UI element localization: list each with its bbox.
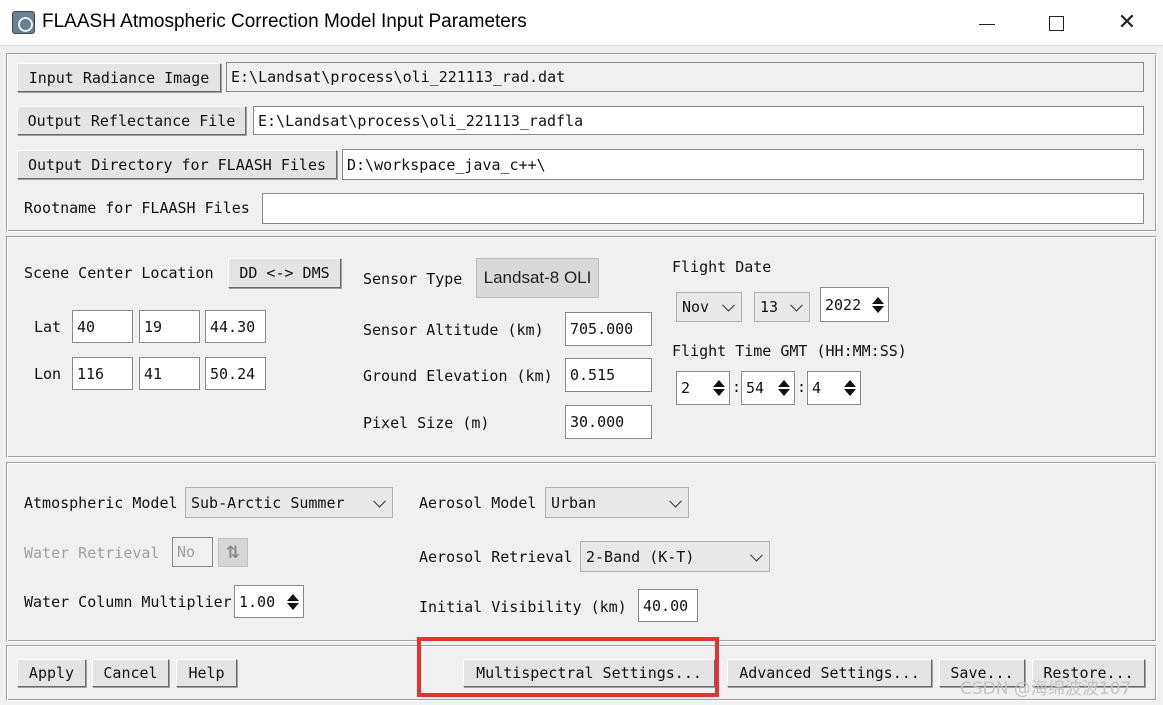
atmospheric-model-select[interactable]: Sub-Arctic Summer <box>185 487 393 518</box>
spinner-arrows-icon[interactable] <box>285 588 301 615</box>
chevron-down-icon <box>373 494 386 508</box>
aerosol-retrieval-select[interactable]: 2-Band (K-T) <box>580 541 770 572</box>
flight-second-value: 4 <box>812 379 822 397</box>
output-reflectance-file-button[interactable]: Output Reflectance File <box>17 106 246 135</box>
window-title: FLAASH Atmospheric Correction Model Inpu… <box>42 11 527 32</box>
aerosol-model-value: Urban <box>551 493 597 512</box>
flight-second-spinner[interactable]: 4 <box>807 371 861 405</box>
flight-month-select[interactable]: Nov <box>676 292 742 322</box>
initial-visibility-label: Initial Visibility (km) <box>419 598 627 616</box>
advanced-settings-button[interactable]: Advanced Settings... <box>727 659 932 687</box>
chevron-down-icon <box>790 298 803 312</box>
spinner-arrows-icon[interactable] <box>842 374 858 402</box>
water-column-label: Water Column Multiplier <box>24 593 232 611</box>
flight-day-select[interactable]: 13 <box>754 292 810 322</box>
sensor-type-label: Sensor Type <box>363 270 463 288</box>
time-separator: : <box>797 378 807 396</box>
water-retrieval-label: Water Retrieval <box>24 544 160 562</box>
help-button[interactable]: Help <box>176 659 237 687</box>
ground-elevation-label: Ground Elevation (km) <box>363 367 553 385</box>
atmospheric-model-label: Atmospheric Model <box>24 494 178 512</box>
chevron-down-icon <box>722 298 735 312</box>
lon-seconds-field[interactable]: 50.24 <box>205 357 266 390</box>
minimize-icon <box>979 23 995 25</box>
highlight-annotation <box>417 637 719 697</box>
flight-time-label: Flight Time GMT (HH:MM:SS) <box>672 342 907 360</box>
input-radiance-image-button[interactable]: Input Radiance Image <box>17 63 221 92</box>
maximize-icon <box>1048 15 1064 31</box>
output-directory-field[interactable]: D:\workspace_java_c++\ <box>342 149 1144 180</box>
spinner-arrows-icon[interactable] <box>711 374 727 402</box>
flight-day-value: 13 <box>760 298 779 316</box>
flight-minute-spinner[interactable]: 54 <box>741 371 795 405</box>
app-icon <box>12 11 35 34</box>
lon-degrees-field[interactable]: 116 <box>72 357 133 390</box>
output-reflectance-field[interactable]: E:\Landsat\process\oli_221113_radfla <box>253 106 1144 135</box>
chevron-down-icon <box>750 548 763 562</box>
water-retrieval-field: No <box>172 537 213 567</box>
input-radiance-field[interactable]: E:\Landsat\process\oli_221113_rad.dat <box>226 62 1144 92</box>
initial-visibility-field[interactable]: 40.00 <box>638 589 698 622</box>
toggle-arrows-icon: ⇅ <box>218 538 248 567</box>
pixel-size-label: Pixel Size (m) <box>363 414 490 432</box>
flight-date-label: Flight Date <box>672 258 772 276</box>
aerosol-retrieval-label: Aerosol Retrieval <box>419 548 573 566</box>
spinner-arrows-icon[interactable] <box>776 374 792 402</box>
watermark: CSDN @海绵波波107 <box>960 679 1132 699</box>
maximize-button[interactable] <box>1027 0 1085 46</box>
aerosol-retrieval-value: 2-Band (K-T) <box>586 547 695 566</box>
rootname-field[interactable] <box>262 193 1144 224</box>
sensor-altitude-field[interactable]: 705.000 <box>565 312 652 346</box>
flight-year-spinner[interactable]: 2022 <box>820 287 889 322</box>
aerosol-model-label: Aerosol Model <box>419 494 537 512</box>
lat-label: Lat <box>34 318 62 336</box>
cancel-button[interactable]: Cancel <box>92 659 169 687</box>
spinner-arrows-icon[interactable] <box>870 290 886 319</box>
close-icon: ✕ <box>1117 10 1137 35</box>
lat-degrees-field[interactable]: 40 <box>72 310 133 343</box>
output-directory-button[interactable]: Output Directory for FLAASH Files <box>17 150 337 179</box>
flight-hour-value: 2 <box>681 379 691 397</box>
water-column-spinner[interactable]: 1.00 <box>234 585 304 618</box>
sensor-altitude-label: Sensor Altitude (km) <box>363 321 544 339</box>
atmospheric-model-value: Sub-Arctic Summer <box>191 493 345 512</box>
apply-button[interactable]: Apply <box>17 659 86 687</box>
lat-minutes-field[interactable]: 19 <box>139 310 200 343</box>
ground-elevation-field[interactable]: 0.515 <box>565 358 652 392</box>
rootname-label: Rootname for FLAASH Files <box>24 199 250 217</box>
sensor-type-button[interactable]: Landsat-8 OLI <box>476 258 599 298</box>
scene-center-label: Scene Center Location <box>24 264 214 282</box>
dd-dms-button[interactable]: DD <-> DMS <box>228 258 341 288</box>
lon-minutes-field[interactable]: 41 <box>139 357 200 390</box>
flight-minute-value: 54 <box>746 379 765 397</box>
flight-month-value: Nov <box>682 298 710 316</box>
time-separator: : <box>732 378 742 396</box>
water-column-value: 1.00 <box>239 592 276 611</box>
close-button[interactable]: ✕ <box>1098 0 1156 46</box>
chevron-down-icon <box>669 494 682 508</box>
lat-seconds-field[interactable]: 44.30 <box>205 310 266 343</box>
flight-hour-spinner[interactable]: 2 <box>676 371 730 405</box>
minimize-button[interactable] <box>958 0 1016 46</box>
lon-label: Lon <box>34 365 62 383</box>
flight-year-value: 2022 <box>825 295 862 314</box>
pixel-size-field[interactable]: 30.000 <box>565 405 652 439</box>
aerosol-model-select[interactable]: Urban <box>545 487 689 518</box>
